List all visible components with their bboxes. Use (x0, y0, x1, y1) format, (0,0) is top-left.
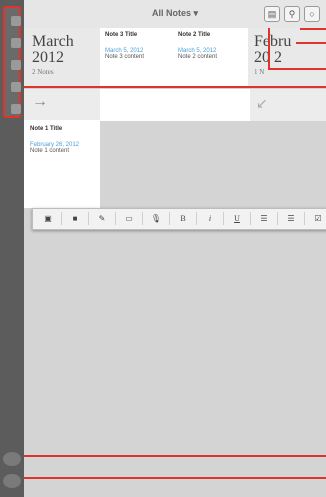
underline-button[interactable]: U (224, 212, 251, 225)
callout-vline-newnote (268, 28, 270, 70)
note-title: Note 2 Title (178, 32, 211, 38)
sidebar-top-group (3, 6, 21, 118)
callout-line-settings (24, 477, 326, 479)
tag-icon[interactable] (11, 38, 21, 48)
note-content: Note 3 content (105, 54, 145, 60)
left-sidebar (0, 0, 24, 497)
month-panel-march[interactable]: March 2012 2 Notes (24, 28, 100, 88)
top-bar: All Notes ▾ ▤ ⚲ ○ (24, 0, 326, 29)
notebook-icon[interactable] (11, 16, 21, 26)
clipboard-icon[interactable]: ■ (62, 212, 89, 225)
callout-line-location (296, 42, 326, 44)
month-year: 2012 (32, 49, 64, 66)
month-name: Febru (254, 33, 292, 50)
sync-icon[interactable] (3, 452, 21, 466)
note-title: Note 3 Title (105, 32, 138, 38)
callout-line-newnote (268, 68, 326, 70)
note-card-3[interactable]: Note 3 Title March 5, 2012 Note 3 conten… (100, 28, 174, 88)
formatting-toolbar: ▣ ■ ✎ ▭ 🎙 B i U ☰ ☰ ☑ (32, 208, 326, 230)
new-note-icon: ▤ (267, 9, 277, 19)
bold-button[interactable]: B (170, 212, 197, 225)
month-name: March (32, 33, 74, 50)
bullet-list-icon[interactable]: ☰ (251, 212, 278, 225)
snapshot-icon[interactable]: ▣ (35, 212, 62, 225)
month-year: 20 2 (254, 49, 282, 66)
location-button[interactable]: ⚲ (284, 6, 300, 22)
callout-line-sync (24, 455, 326, 457)
checkbox-icon[interactable]: ☑ (305, 212, 326, 225)
callout-line-search (300, 28, 326, 30)
note-content: Note 2 content (178, 54, 218, 60)
note-strip (100, 89, 250, 121)
month-note-count: 2 Notes (32, 68, 54, 76)
note-card-2[interactable]: Note 2 Title March 5, 2012 Note 2 conten… (174, 28, 248, 88)
attachment-icon[interactable]: ✎ (89, 212, 116, 225)
new-note-button[interactable]: ▤ (264, 6, 280, 22)
note-card-1[interactable]: Note 1 Title February 26, 2012 Note 1 co… (24, 120, 100, 208)
trash-icon[interactable] (11, 104, 21, 114)
location-pin-icon: ⚲ (288, 9, 296, 19)
callout-line-month (24, 86, 326, 88)
numbered-list-icon[interactable]: ☰ (278, 212, 305, 225)
search-icon: ○ (309, 9, 315, 19)
search-button[interactable]: ○ (304, 6, 320, 22)
settings-icon[interactable] (3, 474, 21, 488)
reminder-icon[interactable] (11, 82, 21, 92)
all-notes-dropdown[interactable]: All Notes ▾ (24, 8, 326, 19)
forward-arrow-icon[interactable]: → (32, 93, 48, 111)
note-content: Note 1 content (30, 148, 70, 154)
month-panel-february[interactable]: Febru 20 2 1 N (248, 28, 326, 88)
microphone-icon[interactable]: 🎙 (143, 212, 170, 225)
timeline-nav-row: → ↙ (24, 88, 326, 121)
shortcut-icon[interactable] (11, 60, 21, 70)
note-title: Note 1 Title (30, 126, 63, 132)
collapse-arrow-icon[interactable]: ↙ (256, 95, 268, 112)
camera-icon[interactable]: ▭ (116, 212, 143, 225)
italic-button[interactable]: i (197, 212, 224, 225)
